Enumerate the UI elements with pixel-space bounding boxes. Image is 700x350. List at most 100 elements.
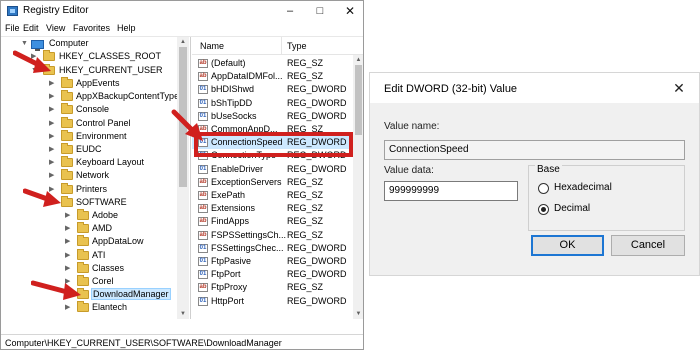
close-icon[interactable]: ✕ <box>662 76 696 100</box>
tree-node[interactable]: ▶ AMD <box>1 222 177 235</box>
value-row[interactable]: ab FtpProxy REG_SZ <box>192 281 363 294</box>
expand-arrow-icon[interactable]: ▶ <box>65 209 73 222</box>
scroll-up-icon[interactable]: ▲ <box>353 55 363 65</box>
expand-arrow-icon[interactable]: ▶ <box>49 77 57 90</box>
value-row[interactable]: ab (Default) REG_SZ <box>192 57 363 70</box>
expand-arrow-icon[interactable]: ▶ <box>49 90 57 103</box>
tree-label: EUDC <box>76 144 102 154</box>
value-name: FtpPort <box>211 269 241 279</box>
decimal-label[interactable]: Decimal <box>554 203 590 214</box>
red-arrow-icon <box>31 280 81 300</box>
value-type: REG_SZ <box>287 124 324 134</box>
value-row[interactable]: 01 ConnectionType REG_DWORD <box>192 149 363 162</box>
dword-value-icon: 01 <box>198 165 208 174</box>
scroll-down-icon[interactable]: ▼ <box>353 309 363 319</box>
value-row[interactable]: 01 FSSettingsChec... REG_DWORD <box>192 242 363 255</box>
value-row[interactable]: 01 HttpPort REG_DWORD <box>192 295 363 308</box>
column-header-name[interactable]: Name <box>200 41 224 51</box>
expand-arrow-icon[interactable]: ▶ <box>49 143 57 156</box>
dword-value-icon: 01 <box>198 270 208 279</box>
column-divider[interactable] <box>281 37 282 55</box>
key-tree-pane[interactable]: ▼ Computer ▶ HKEY_CLASSES_ROOT ▼ HKEY_CU… <box>1 37 191 319</box>
maximize-icon[interactable]: □ <box>305 1 335 21</box>
ok-button[interactable]: OK <box>531 235 604 256</box>
value-type: REG_SZ <box>287 71 324 81</box>
value-name-field[interactable]: ConnectionSpeed <box>384 140 685 160</box>
registry-title-bar[interactable]: Registry Editor – □ ✕ <box>1 1 363 21</box>
folder-icon <box>77 222 89 233</box>
value-data-field[interactable]: 999999999 <box>384 181 518 201</box>
value-row[interactable]: ab ExceptionServers REG_SZ <box>192 176 363 189</box>
dword-value-icon: 01 <box>198 297 208 306</box>
value-row[interactable]: 01 bHDIShwd REG_DWORD <box>192 83 363 96</box>
decimal-radio[interactable] <box>538 204 549 215</box>
tree-node[interactable]: ▶ Control Panel <box>1 117 177 130</box>
value-row[interactable]: ab FSPSSettingsCh... REG_SZ <box>192 229 363 242</box>
tree-node[interactable]: ▶ Keyboard Layout <box>1 156 177 169</box>
dword-value-icon: 01 <box>198 257 208 266</box>
hexadecimal-label[interactable]: Hexadecimal <box>554 182 612 193</box>
tree-node[interactable]: ▶ Classes <box>1 262 177 275</box>
value-type: REG_DWORD <box>287 243 347 253</box>
string-value-icon: ab <box>198 217 208 226</box>
list-scroll-thumb[interactable] <box>355 65 362 135</box>
expand-arrow-icon[interactable]: ▶ <box>65 262 73 275</box>
expand-arrow-icon[interactable]: ▶ <box>65 235 73 248</box>
close-icon[interactable]: ✕ <box>335 1 363 21</box>
value-row[interactable]: 01 FtpPasive REG_DWORD <box>192 255 363 268</box>
tree-node[interactable]: ▶ ATI <box>1 249 177 262</box>
tree-label: AppEvents <box>76 78 120 88</box>
value-row[interactable]: ab ExePath REG_SZ <box>192 189 363 202</box>
tree-label: AMD <box>92 223 112 233</box>
tree-node[interactable]: ▶ EUDC <box>1 143 177 156</box>
folder-icon <box>77 249 89 260</box>
expand-arrow-icon[interactable]: ▶ <box>49 130 57 143</box>
value-row[interactable]: ab CommonAppD... REG_SZ <box>192 123 363 136</box>
tree-node[interactable]: ▶ Elantech <box>1 301 177 314</box>
expand-arrow-icon[interactable]: ▶ <box>49 117 57 130</box>
tree-scrollbar[interactable]: ▲ ▼ <box>177 37 189 319</box>
expand-arrow-icon[interactable]: ▶ <box>65 222 73 235</box>
menu-help[interactable]: Help <box>117 23 136 33</box>
hexadecimal-radio[interactable] <box>538 183 549 194</box>
menu-view[interactable]: View <box>46 23 65 33</box>
expand-arrow-icon[interactable]: ▶ <box>49 169 57 182</box>
value-row[interactable]: ab FindApps REG_SZ <box>192 215 363 228</box>
value-row[interactable]: 01 EnableDriver REG_DWORD <box>192 163 363 176</box>
tree-node[interactable]: ▶ Corel <box>1 275 177 288</box>
tree-node[interactable]: ▶ Environment <box>1 130 177 143</box>
value-row[interactable]: ab AppDataIDMFol... REG_SZ <box>192 70 363 83</box>
tree-node[interactable]: ▶ AppDataLow <box>1 235 177 248</box>
value-row[interactable]: ab Extensions REG_SZ <box>192 202 363 215</box>
tree-node[interactable]: ▶ Network <box>1 169 177 182</box>
menu-file[interactable]: File <box>5 23 20 33</box>
tree-node[interactable]: ▶ Console <box>1 103 177 116</box>
menu-edit[interactable]: Edit <box>23 23 39 33</box>
scroll-down-icon[interactable]: ▼ <box>177 309 189 319</box>
value-row[interactable]: 01 bShTipDD REG_DWORD <box>192 97 363 110</box>
minimize-icon[interactable]: – <box>275 1 305 21</box>
tree-node-selected[interactable]: ▶DownloadManager <box>1 288 177 301</box>
cancel-button[interactable]: Cancel <box>611 235 685 256</box>
expand-arrow-icon[interactable]: ▶ <box>65 249 73 262</box>
string-value-icon: ab <box>198 178 208 187</box>
tree-node[interactable]: ▶ AppXBackupContentType <box>1 90 179 103</box>
expand-arrow-icon[interactable]: ▶ <box>49 103 57 116</box>
scroll-up-icon[interactable]: ▲ <box>177 37 189 47</box>
list-scrollbar[interactable]: ▲ ▼ <box>353 55 363 319</box>
value-row-highlighted[interactable]: 01 ConnectionSpeed REG_DWORD <box>192 136 363 149</box>
string-value-icon: ab <box>198 191 208 200</box>
dialog-title-bar[interactable]: Edit DWORD (32-bit) Value ✕ <box>370 73 699 103</box>
dialog-title: Edit DWORD (32-bit) Value <box>384 83 518 95</box>
value-row[interactable]: 01 bUseSocks REG_DWORD <box>192 110 363 123</box>
tree-label: Environment <box>76 131 127 141</box>
tree-node[interactable]: ▶ AppEvents <box>1 77 177 90</box>
value-type: REG_DWORD <box>287 164 347 174</box>
edit-dword-dialog: Edit DWORD (32-bit) Value ✕ Value name: … <box>369 72 700 276</box>
value-row[interactable]: 01 FtpPort REG_DWORD <box>192 268 363 281</box>
column-header-type[interactable]: Type <box>287 41 307 51</box>
values-list-pane[interactable]: Name Type ab (Default) REG_SZ ab AppDataIDMF… <box>192 37 363 319</box>
registry-editor-window: Registry Editor – □ ✕ File Edit View Fav… <box>0 0 364 350</box>
menu-favorites[interactable]: Favorites <box>73 23 110 33</box>
expand-arrow-icon[interactable]: ▶ <box>49 156 57 169</box>
